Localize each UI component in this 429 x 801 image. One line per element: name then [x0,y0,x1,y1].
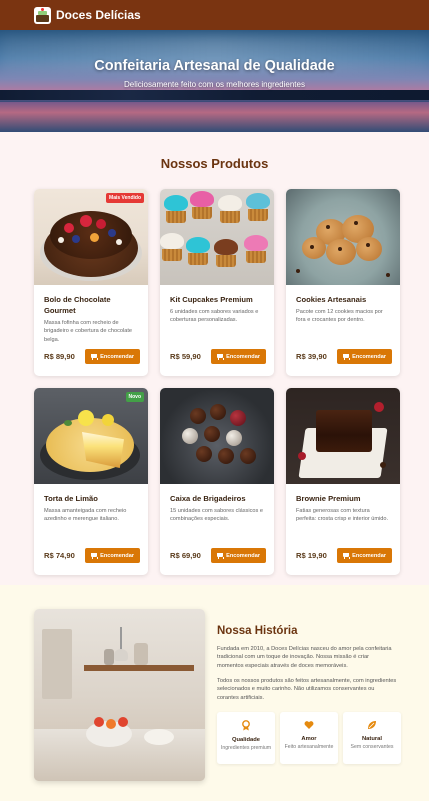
cart-icon [343,552,351,559]
product-price: R$ 19,90 [296,551,327,560]
story-paragraph-1: Fundada em 2010, a Doces Delícias nasceu… [217,646,392,669]
product-price: R$ 74,90 [44,551,75,560]
value-card-natural: Natural Sem conservantes [343,712,401,764]
product-name: Kit Cupcakes Premium [170,295,253,304]
order-button[interactable]: Encomendar [85,349,140,364]
product-card-chocolate-cake: Mais Vendido Bolo de Chocolate Gourmet M… [34,189,148,376]
product-price: R$ 39,90 [296,352,327,361]
story-paragraph-2: Todos os nossos produtos são feitos arte… [217,678,397,701]
product-name: Caixa de Brigadeiros [170,494,246,503]
product-card-cupcakes: Kit Cupcakes Premium 6 unidades com sabo… [160,189,274,376]
cart-icon [91,552,99,559]
brownie-image [286,388,400,484]
product-description: Fatias generosas com textura perfeita: c… [296,508,389,523]
cake-logo-icon[interactable] [34,6,51,24]
lemon-tart-image: Novo [34,388,148,484]
leaf-icon [343,720,401,733]
heart-icon [280,720,338,733]
product-price: R$ 59,90 [170,352,201,361]
cart-icon [217,353,225,360]
badge-best-seller: Mais Vendido [106,193,144,203]
brigadeiros-image [160,388,274,484]
order-button[interactable]: Encomendar [337,548,392,563]
hero-subtitle: Deliciosamente feito com os melhores ing… [124,80,305,89]
product-price: R$ 89,90 [44,352,75,361]
award-icon [217,720,275,734]
product-name: Bolo de Chocolate Gourmet [44,295,111,315]
hero-title: Confeitaria Artesanal de Qualidade [94,58,335,74]
kitchen-photo [34,609,205,781]
brand-name[interactable]: Doces Delícias [56,8,141,22]
product-description: Massa fofinha com recheio de brigadeiro … [44,320,133,343]
order-button[interactable]: Encomendar [85,548,140,563]
product-description: Pacote com 12 cookies macios por fora e … [296,309,383,324]
cart-icon [91,353,99,360]
badge-new: Novo [125,392,144,402]
product-description: Massa amanteigada com recheio azedinho e… [44,508,127,523]
cart-icon [217,552,225,559]
product-name: Brownie Premium [296,494,361,503]
product-card-cookies: Cookies Artesanais Pacote com 12 cookies… [286,189,400,376]
order-button[interactable]: Encomendar [337,349,392,364]
product-name: Torta de Limão [44,494,98,503]
product-card-brownie: Brownie Premium Fatias generosas com tex… [286,388,400,575]
hero-banner: Confeitaria Artesanal de Qualidade Delic… [0,30,429,132]
product-description: 6 unidades com sabores variados e cobert… [170,309,259,324]
product-card-brigadeiros: Caixa de Brigadeiros 15 unidades com sab… [160,388,274,575]
value-card-quality: Qualidade Ingredientes premium [217,712,275,764]
products-grid: Mais Vendido Bolo de Chocolate Gourmet M… [34,189,400,575]
order-button[interactable]: Encomendar [211,548,266,563]
cart-icon [343,353,351,360]
values-row: Qualidade Ingredientes premium Amor Feit… [217,712,401,764]
product-price: R$ 69,90 [170,551,201,560]
products-heading: Nossos Produtos [160,156,269,171]
cupcakes-image [160,189,274,285]
story-title: Nossa História [217,625,298,637]
product-card-lemon-tart: Novo Torta de Limão Massa amanteigada co… [34,388,148,575]
story-section: Nossa História Fundada em 2010, a Doces … [0,585,429,801]
cookies-image [286,189,400,285]
value-card-love: Amor Feito artesanalmente [280,712,338,764]
chocolate-cake-image: Mais Vendido [34,189,148,285]
top-navbar: Doces Delícias [0,0,429,30]
product-name: Cookies Artesanais [296,295,367,304]
order-button[interactable]: Encomendar [211,349,266,364]
product-description: 15 unidades com sabores clássicos e comb… [170,508,263,523]
products-section: Nossos Produtos Mais Vendido Bolo de Cho… [0,132,429,584]
